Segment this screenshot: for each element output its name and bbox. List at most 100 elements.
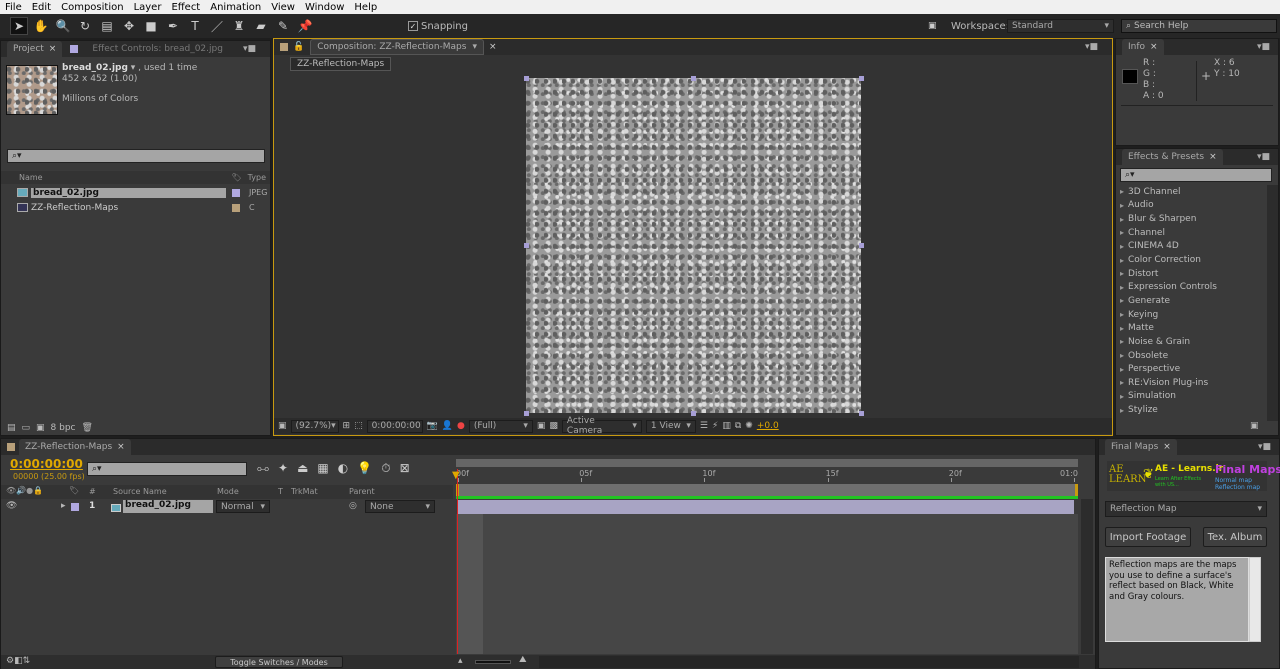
workspace-dropdown[interactable]: Standard ▾ — [1007, 19, 1114, 33]
brush-tool-icon[interactable]: ／ — [208, 17, 226, 35]
column-type[interactable]: Type — [248, 173, 266, 182]
effect-category[interactable]: Color Correction — [1116, 253, 1266, 267]
zoom-tool-icon[interactable]: 🔍 — [54, 17, 72, 35]
channel-icon[interactable]: ● — [457, 421, 465, 431]
tab-project[interactable]: Project × — [7, 41, 63, 57]
effect-category[interactable]: 3D Channel — [1116, 185, 1266, 199]
menu-composition[interactable]: Composition — [61, 2, 123, 13]
close-icon[interactable]: × — [1150, 42, 1158, 52]
new-composition-icon[interactable]: ▣ — [36, 423, 45, 433]
transform-handle[interactable] — [691, 76, 696, 81]
show-snapshot-icon[interactable]: 👤 — [442, 421, 453, 431]
toggle-switches-modes-button[interactable]: Toggle Switches / Modes — [215, 656, 343, 668]
tab-timeline[interactable]: ZZ-Reflection-Maps × — [19, 439, 131, 455]
project-item[interactable]: bread_02.jpg JPEG — [1, 185, 267, 200]
pixel-aspect-icon[interactable]: ☰ — [700, 421, 708, 431]
transform-handle[interactable] — [524, 411, 529, 416]
effect-category[interactable]: Matte — [1116, 321, 1266, 335]
zoom-dropdown[interactable]: (92.7%) ▾ — [290, 419, 339, 433]
trash-icon[interactable]: 🗑 — [82, 423, 93, 433]
panel-menu-icon[interactable]: ▾■ — [1258, 442, 1271, 452]
expand-arrow-icon[interactable]: ▸ — [61, 501, 66, 511]
motion-blur-icon[interactable]: ◐ — [338, 461, 348, 476]
column-trkmat[interactable]: TrkMat — [291, 487, 318, 496]
tab-info[interactable]: Info × — [1122, 39, 1164, 55]
transform-handle[interactable] — [524, 243, 529, 248]
close-icon[interactable]: × — [489, 42, 497, 52]
zoom-out-icon[interactable]: ▴ — [458, 656, 463, 666]
brainstorm-icon[interactable]: 💡 — [357, 461, 372, 476]
column-source-name[interactable]: Source Name — [113, 487, 167, 496]
effect-category[interactable]: Obsolete — [1116, 349, 1266, 363]
interpret-footage-icon[interactable]: ▤ — [7, 423, 16, 433]
effect-category[interactable]: Distort — [1116, 267, 1266, 281]
frame-blending-icon[interactable]: ▦ — [317, 461, 328, 476]
fast-previews-icon[interactable]: ⚡ — [712, 421, 718, 431]
effect-category[interactable]: Channel — [1116, 226, 1266, 240]
transform-handle[interactable] — [859, 76, 864, 81]
eraser-tool-icon[interactable]: ▰ — [252, 17, 270, 35]
layer-switches-icon[interactable]: ⚙◧⇅ — [6, 656, 30, 666]
preview-icon[interactable]: ▣ — [278, 421, 287, 431]
resolution-dropdown[interactable]: (Full) ▾ — [468, 419, 533, 433]
close-icon[interactable]: × — [1163, 442, 1171, 452]
comp-subtab[interactable]: ZZ-Reflection-Maps — [290, 57, 392, 71]
effect-category[interactable]: Stylize — [1116, 403, 1266, 417]
label-swatch-icon[interactable] — [71, 503, 79, 511]
flowchart-icon[interactable]: ⧉ — [735, 421, 741, 431]
transform-handle[interactable] — [859, 243, 864, 248]
effect-category[interactable]: CINEMA 4D — [1116, 240, 1266, 254]
pan-behind-tool-icon[interactable]: ✥ — [120, 17, 138, 35]
mask-visibility-icon[interactable]: ⬚ — [354, 421, 363, 431]
column-parent[interactable]: Parent — [349, 487, 375, 496]
panel-menu-icon[interactable]: ▾■ — [1257, 42, 1270, 52]
panel-menu-icon[interactable]: ▾■ — [1085, 42, 1098, 52]
menu-window[interactable]: Window — [305, 2, 344, 13]
draft-3d-icon[interactable]: ✦ — [278, 461, 288, 476]
description-scrollbar[interactable] — [1249, 557, 1261, 642]
close-icon[interactable]: × — [117, 442, 125, 452]
chevron-down-icon[interactable]: ▾ — [472, 42, 477, 52]
effect-category[interactable]: Noise & Grain — [1116, 335, 1266, 349]
tex-album-button[interactable]: Tex. Album — [1203, 527, 1267, 547]
panel-menu-icon[interactable]: ▾■ — [243, 44, 256, 54]
menu-view[interactable]: View — [271, 2, 295, 13]
layer-name[interactable]: bread_02.jpg — [123, 500, 213, 513]
composition-mini-flowchart-icon[interactable]: ⧟ — [257, 461, 269, 476]
import-footage-button[interactable]: Import Footage — [1105, 527, 1191, 547]
type-tool-icon[interactable]: T — [186, 17, 204, 35]
graph-editor-icon[interactable]: ⊠ — [400, 461, 410, 476]
comp-viewer[interactable] — [275, 73, 1111, 416]
current-time-button[interactable]: 0:00:00:00 — [366, 419, 423, 433]
column-mode[interactable]: Mode — [217, 487, 239, 496]
puppet-pin-tool-icon[interactable]: 📌 — [296, 17, 314, 35]
exposure-value[interactable]: +0.0 — [757, 421, 779, 431]
new-preset-icon[interactable]: ▣ — [1250, 421, 1259, 431]
view-layout-dropdown[interactable]: 1 View ▾ — [645, 419, 696, 433]
work-area-bar[interactable] — [456, 484, 1078, 496]
timeline-icon[interactable]: ▥ — [722, 421, 731, 431]
transform-handle[interactable] — [859, 411, 864, 416]
effect-category[interactable]: Keying — [1116, 308, 1266, 322]
region-of-interest-icon[interactable]: ▣ — [537, 421, 546, 431]
chevron-down-icon[interactable]: ▾ — [128, 63, 138, 73]
parent-pickwhip-icon[interactable]: ◎ — [349, 501, 357, 511]
lock-icon[interactable]: 🔓 — [293, 42, 304, 52]
zoom-in-icon[interactable]: ⛰ — [519, 655, 527, 665]
column-name[interactable]: Name — [19, 173, 43, 182]
search-help-input[interactable]: ⌕ Search Help — [1121, 19, 1277, 33]
panel-menu-icon[interactable]: ▾■ — [1257, 152, 1270, 162]
menu-edit[interactable]: Edit — [32, 2, 51, 13]
roto-brush-tool-icon[interactable]: ✎ — [274, 17, 292, 35]
tab-effects-presets[interactable]: Effects & Presets × — [1122, 149, 1223, 165]
effects-scrollbar[interactable] — [1267, 185, 1278, 421]
new-folder-icon[interactable]: ▭ — [22, 423, 31, 433]
project-search-input[interactable]: ⌕▾ — [7, 149, 265, 163]
snapping-toggle[interactable]: ✓ Snapping — [408, 21, 468, 32]
clone-stamp-tool-icon[interactable]: ♜ — [230, 17, 248, 35]
transform-handle[interactable] — [691, 411, 696, 416]
current-time[interactable]: 0:00:00:00 — [10, 457, 83, 471]
eye-icon[interactable]: 👁 — [6, 501, 17, 511]
menu-layer[interactable]: Layer — [134, 2, 162, 13]
effect-category[interactable]: Audio — [1116, 199, 1266, 213]
